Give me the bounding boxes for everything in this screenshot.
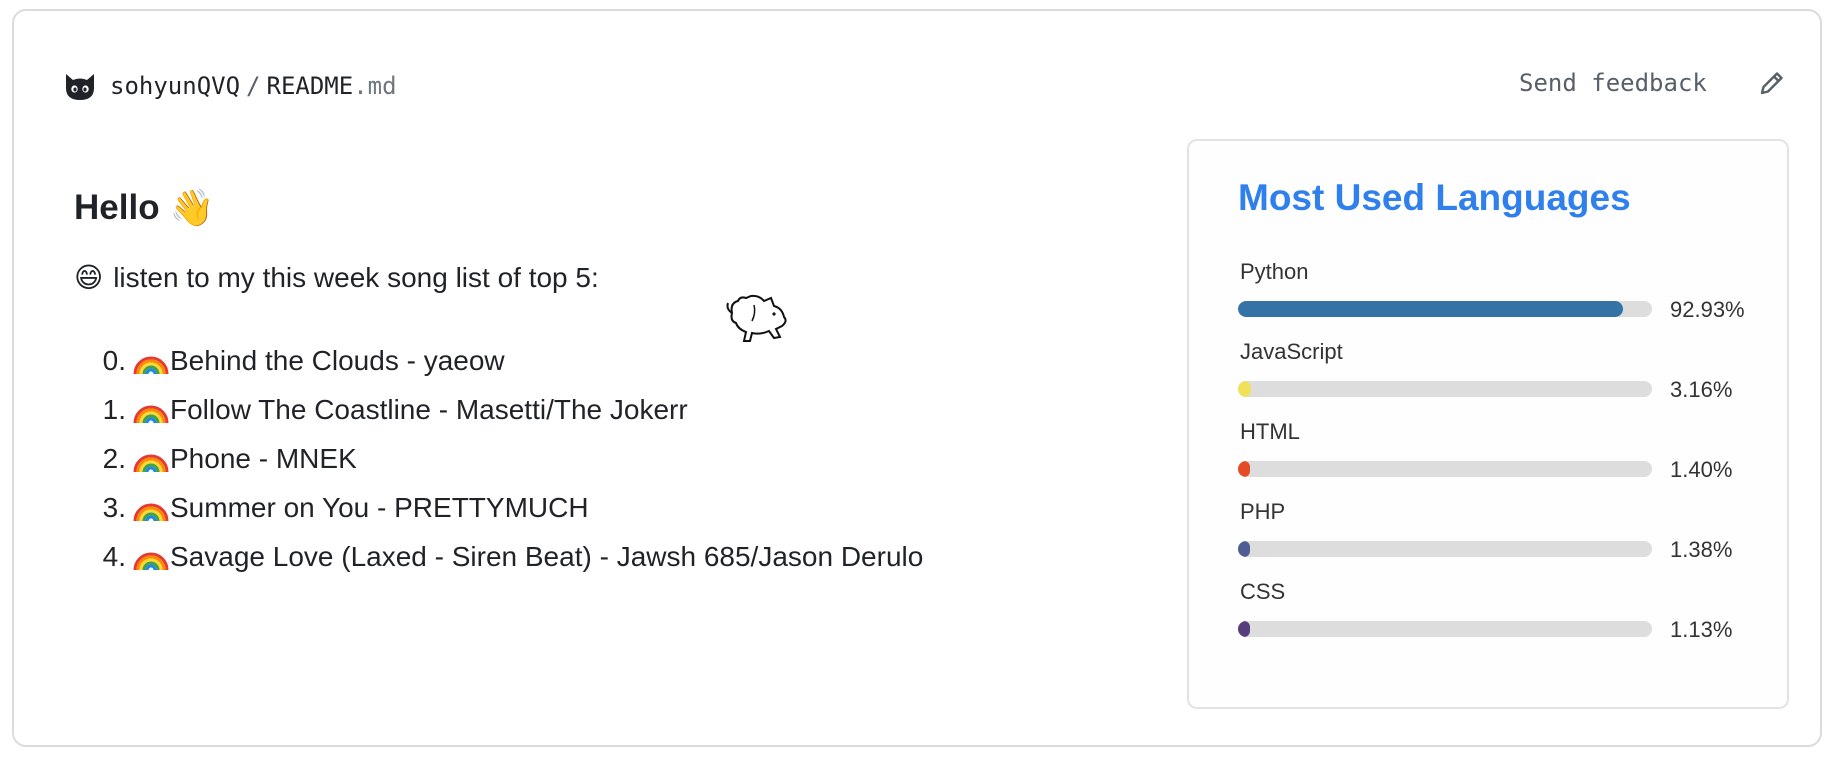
- language-bar-fill: [1238, 301, 1623, 317]
- song-title: Phone - MNEK: [170, 442, 357, 474]
- language-percent: 1.40%: [1670, 457, 1733, 482]
- language-bar: [1238, 461, 1652, 477]
- language-bar: [1238, 381, 1652, 397]
- language-name: PHP: [1240, 499, 1286, 524]
- waving-hand-icon: 👋: [169, 188, 215, 229]
- language-name: CSS: [1240, 579, 1286, 604]
- language-name: HTML: [1240, 419, 1300, 444]
- list-item: 4. Savage Love (Laxed - Siren Beat) - Ja…: [84, 532, 924, 581]
- grinning-face-icon: 😄: [74, 261, 104, 294]
- edit-button[interactable]: [1754, 67, 1790, 103]
- rainbow-icon: [133, 405, 169, 423]
- language-percent: 1.13%: [1670, 617, 1733, 642]
- language-row: JavaScript 3.16%: [1238, 339, 1760, 402]
- list-item: 2. Phone - MNEK: [84, 434, 923, 483]
- language-bar-fill: [1238, 381, 1252, 397]
- readme-card: sohyunQVQ / README .md Send feedback Hell…: [12, 9, 1822, 747]
- song-list: 0. Behind the Clouds - yaeow 1. Follow T…: [84, 336, 924, 581]
- cat-logo-icon[interactable]: [62, 68, 98, 104]
- list-number: 2.: [102, 442, 126, 474]
- language-bar-fill: [1238, 541, 1250, 557]
- language-percent: 3.16%: [1670, 377, 1733, 402]
- language-row: PHP 1.38%: [1238, 499, 1760, 562]
- language-row: Python 92.93%: [1238, 259, 1760, 322]
- file-name: README: [266, 72, 354, 100]
- language-name: Python: [1240, 259, 1309, 284]
- list-item: 0. Behind the Clouds - yaeow: [84, 336, 923, 385]
- song-title: Savage Love (Laxed - Siren Beat) - Jawsh…: [170, 540, 924, 572]
- path-separator: /: [246, 72, 261, 100]
- song-title: Follow The Coastline - Masetti/The Joker…: [170, 393, 688, 425]
- rainbow-icon: [133, 503, 169, 521]
- song-title: Summer on You - PRETTYMUCH: [170, 491, 589, 523]
- list-number: 1.: [102, 393, 126, 425]
- send-feedback-button[interactable]: Send feedback: [1519, 69, 1707, 97]
- rainbow-icon: [133, 552, 169, 570]
- list-item: 1. Follow The Coastline - Masetti/The Jo…: [84, 385, 923, 434]
- intro-line: 😄 listen to my this week song list of to…: [74, 261, 599, 294]
- rainbow-icon: [133, 454, 169, 472]
- language-bar-fill: [1238, 461, 1250, 477]
- list-number: 3.: [102, 491, 126, 523]
- most-used-languages-card: Most Used Languages Python 92.93% JavaSc…: [1187, 139, 1789, 709]
- language-bar: [1238, 621, 1652, 637]
- language-percent: 92.93%: [1670, 297, 1745, 322]
- file-header: sohyunQVQ / README .md: [62, 61, 397, 111]
- intro-text: listen to my this week song list of top …: [113, 261, 599, 293]
- repo-owner-link[interactable]: sohyunQVQ: [110, 72, 240, 100]
- rainbow-icon: [133, 356, 169, 374]
- list-number: 4.: [102, 540, 126, 572]
- language-percent: 1.38%: [1670, 537, 1733, 562]
- language-row: HTML 1.40%: [1238, 419, 1760, 482]
- list-number: 0.: [102, 344, 126, 376]
- heading-text: Hello: [74, 188, 160, 227]
- pencil-icon: [1757, 68, 1787, 103]
- language-bar: [1238, 301, 1652, 317]
- language-bar: [1238, 541, 1652, 557]
- file-extension: .md: [353, 72, 397, 100]
- language-row: CSS 1.13%: [1238, 579, 1760, 642]
- list-item: 3. Summer on You - PRETTYMUCH: [84, 483, 923, 532]
- song-title: Behind the Clouds - yaeow: [170, 344, 505, 376]
- language-name: JavaScript: [1240, 339, 1343, 364]
- language-bar-fill: [1238, 621, 1250, 637]
- languages-title: Most Used Languages: [1238, 177, 1631, 218]
- page-title: Hello 👋: [74, 181, 1134, 235]
- readme-content: Hello 👋: [74, 181, 1134, 235]
